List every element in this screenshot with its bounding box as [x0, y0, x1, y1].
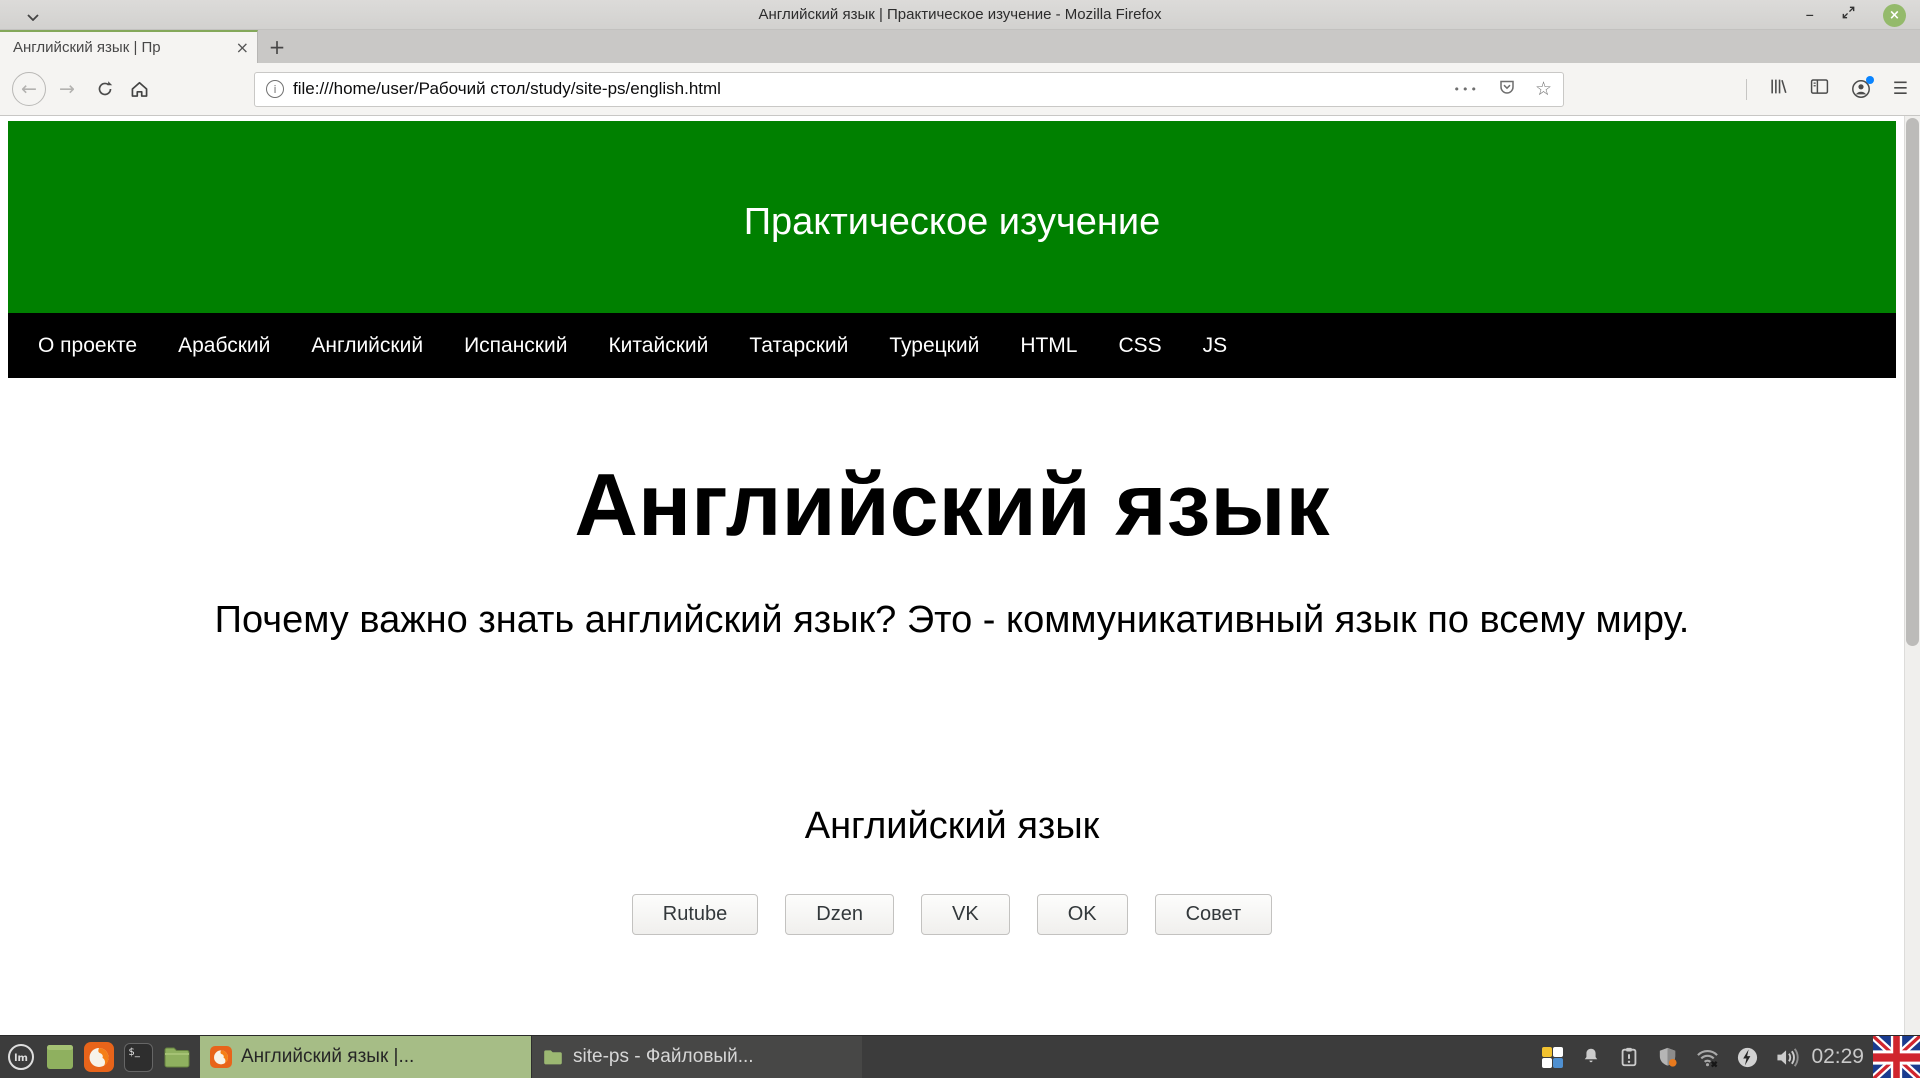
section-subheading: Английский язык — [8, 805, 1896, 848]
taskbar-window-firefox[interactable]: Английский язык |... — [200, 1036, 531, 1078]
url-text[interactable]: file:///home/user/Рабочий стол/study/sit… — [293, 79, 1444, 99]
taskbar-window-label: Английский язык |... — [241, 1046, 414, 1068]
url-bar-actions: ••• ☆ — [1453, 78, 1552, 101]
svg-text:lm: lm — [14, 1053, 28, 1064]
firefox-icon — [210, 1046, 232, 1068]
site-banner-title: Практическое изучение — [744, 191, 1161, 244]
home-button[interactable] — [122, 72, 156, 106]
account-icon[interactable] — [1851, 79, 1871, 99]
window-titlebar[interactable]: Английский язык | Практическое изучение … — [0, 0, 1920, 30]
mint-menu-icon[interactable]: lm — [5, 1041, 37, 1073]
close-button[interactable]: × — [1883, 4, 1906, 27]
nav-item-about[interactable]: О проекте — [38, 334, 137, 358]
page-scrollbar[interactable] — [1904, 116, 1920, 1035]
chevron-down-icon[interactable] — [27, 8, 39, 26]
intro-paragraph: Почему важно знать английский язык? Это … — [8, 599, 1896, 642]
taskbar-clock[interactable]: 02:29 — [1811, 1045, 1864, 1069]
nav-item-arabic[interactable]: Арабский — [178, 334, 270, 358]
color-squares-tray-icon[interactable] — [1541, 1046, 1564, 1069]
tab-strip: Английский язык | Пр × + — [0, 30, 1920, 63]
site-banner: Практическое изучение — [8, 121, 1896, 313]
tab-title-fade — [196, 38, 230, 57]
nav-item-tatar[interactable]: Татарский — [749, 334, 848, 358]
power-battery-icon[interactable] — [1736, 1046, 1759, 1069]
files-launcher-icon[interactable] — [161, 1041, 193, 1073]
library-icon[interactable] — [1769, 77, 1788, 101]
taskbar-launchers: lm $_ — [5, 1041, 193, 1073]
toolbar-right-icons: ☰ — [1746, 77, 1908, 101]
rutube-button[interactable]: Rutube — [632, 894, 759, 935]
nav-item-js[interactable]: JS — [1203, 334, 1228, 358]
show-desktop-icon[interactable] — [44, 1041, 76, 1073]
bookmark-star-icon[interactable]: ☆ — [1535, 78, 1552, 100]
nav-item-chinese[interactable]: Китайский — [608, 334, 708, 358]
page-actions-icon[interactable]: ••• — [1453, 83, 1478, 96]
taskbar: lm $_ Английский язык |... site-ps - Фай… — [0, 1035, 1920, 1078]
navigation-toolbar: ← → i file:///home/user/Рабочий стол/stu… — [0, 63, 1920, 116]
sidebar-toggle-icon[interactable] — [1810, 77, 1829, 101]
account-notification-badge — [1866, 76, 1874, 84]
firefox-window: Английский язык | Практическое изучение … — [0, 0, 1920, 1035]
keyboard-layout-flag-icon[interactable] — [1873, 1036, 1920, 1078]
new-tab-button[interactable]: + — [258, 30, 296, 63]
scrollbar-thumb[interactable] — [1906, 118, 1919, 646]
nav-item-spanish[interactable]: Испанский — [464, 334, 567, 358]
minimize-button[interactable]: – — [1806, 7, 1815, 24]
site-info-icon[interactable]: i — [266, 80, 284, 98]
taskbar-window-label: site-ps - Файловый... — [573, 1046, 754, 1068]
volume-icon[interactable] — [1775, 1046, 1800, 1069]
advice-button[interactable]: Совет — [1155, 894, 1273, 935]
site-nav: О проекте Арабский Английский Испанский … — [8, 313, 1896, 378]
page-title: Английский язык — [8, 454, 1896, 555]
nav-item-turkish[interactable]: Турецкий — [889, 334, 979, 358]
page-content: Практическое изучение О проекте Арабский… — [0, 116, 1920, 1035]
system-tray — [1541, 1046, 1800, 1069]
dzen-button[interactable]: Dzen — [785, 894, 894, 935]
back-button[interactable]: ← — [12, 72, 46, 106]
tab-title: Английский язык | Пр — [13, 38, 230, 57]
firefox-launcher-icon[interactable] — [83, 1041, 115, 1073]
ok-button[interactable]: OK — [1037, 894, 1128, 935]
notifications-bell-icon[interactable] — [1580, 1046, 1602, 1068]
nav-item-html[interactable]: HTML — [1020, 334, 1077, 358]
url-bar[interactable]: i file:///home/user/Рабочий стол/study/s… — [254, 72, 1564, 107]
menu-hamburger-icon[interactable]: ☰ — [1893, 79, 1908, 99]
nav-item-english[interactable]: Английский — [311, 334, 423, 358]
terminal-icon[interactable]: $_ — [122, 1041, 154, 1073]
update-clipboard-icon[interactable] — [1618, 1046, 1640, 1068]
reload-button[interactable] — [88, 72, 122, 106]
window-controls: – × — [1806, 0, 1907, 30]
tab-close-icon[interactable]: × — [236, 38, 249, 57]
nav-item-css[interactable]: CSS — [1118, 334, 1161, 358]
forward-button[interactable]: → — [50, 72, 84, 106]
shield-security-icon[interactable] — [1656, 1046, 1679, 1069]
maximize-button[interactable] — [1841, 5, 1856, 25]
pocket-icon[interactable] — [1498, 78, 1516, 101]
toolbar-separator — [1746, 79, 1747, 100]
vk-button[interactable]: VK — [921, 894, 1010, 935]
window-title: Английский язык | Практическое изучение … — [759, 6, 1162, 23]
link-buttons-row: Rutube Dzen VK OK Совет — [8, 894, 1896, 935]
tab-english-page[interactable]: Английский язык | Пр × — [0, 30, 258, 63]
taskbar-window-files[interactable]: site-ps - Файловый... — [531, 1036, 862, 1078]
wifi-disconnected-icon[interactable] — [1695, 1046, 1720, 1069]
folder-icon — [542, 1046, 564, 1068]
